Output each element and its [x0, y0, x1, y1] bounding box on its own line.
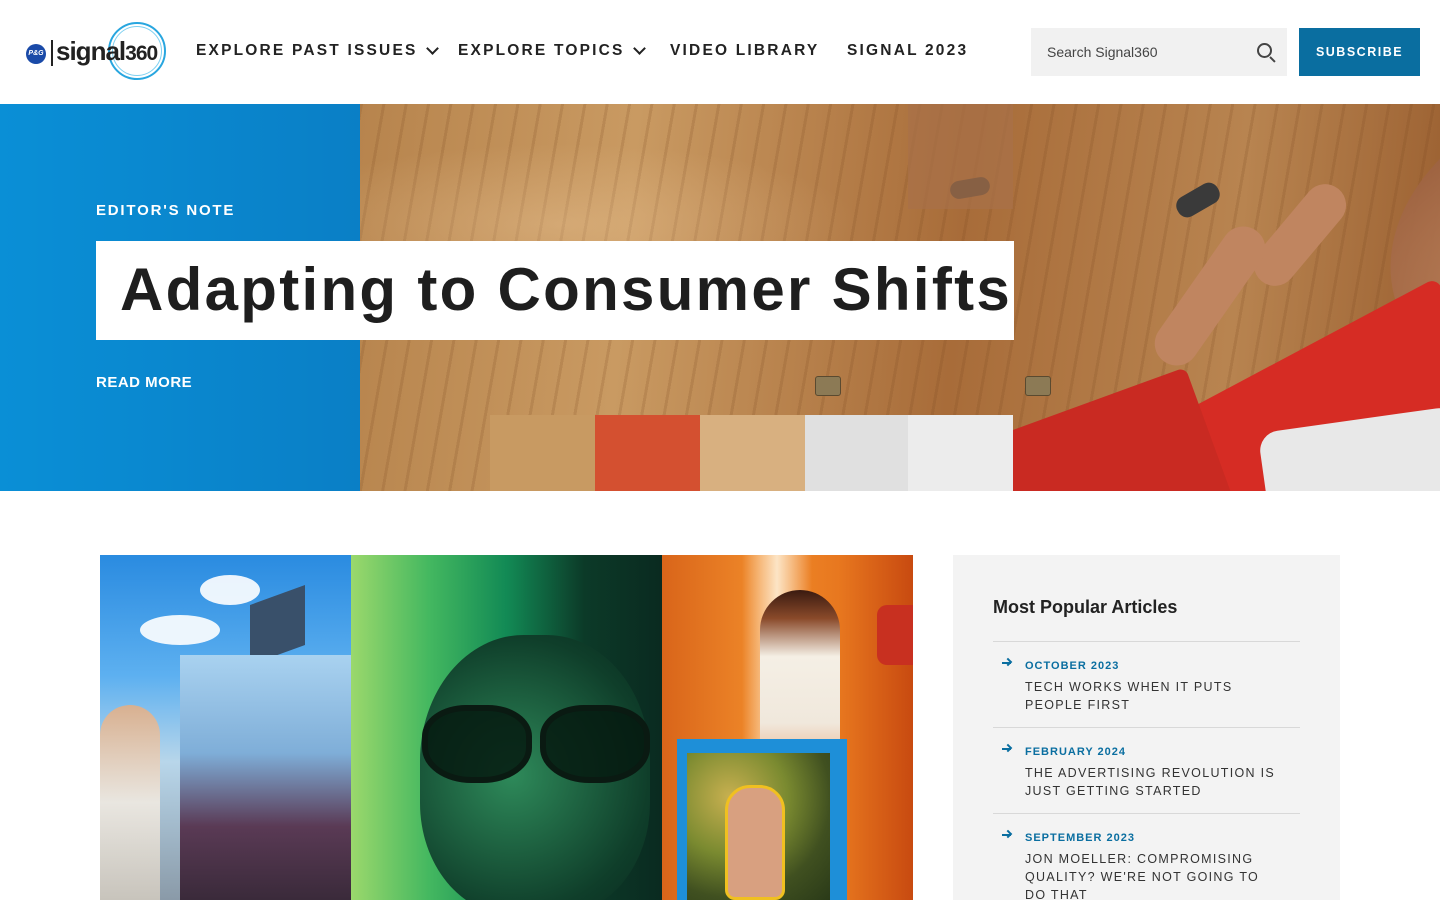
nav-explore-past-issues[interactable]: EXPLORE PAST ISSUES	[196, 42, 439, 60]
logo-wordmark: signal360	[56, 36, 158, 67]
article-title[interactable]: JON MOELLER: COMPROMISING QUALITY? WE'RE…	[1025, 850, 1275, 904]
pg-logo-icon: P&G	[26, 44, 46, 64]
chevron-down-icon	[632, 42, 646, 55]
hero-title[interactable]: Adapting to Consumer Shifts	[120, 255, 1012, 324]
nav-label: EXPLORE TOPICS	[458, 42, 625, 59]
nav-label: SIGNAL 2023	[847, 42, 969, 59]
hero-banner: EDITOR'S NOTE Adapting to Consumer Shift…	[0, 104, 1440, 491]
card-chip-icon	[1025, 376, 1051, 396]
hero-title-box: Adapting to Consumer Shifts	[96, 241, 1014, 340]
arrow-right-icon	[1002, 657, 1013, 668]
ring-icon	[1172, 178, 1224, 222]
read-more-link[interactable]: READ MORE	[96, 374, 192, 391]
cloud-shape	[200, 575, 260, 605]
finger-shape	[1245, 175, 1355, 295]
nav-signal-2023[interactable]: SIGNAL 2023	[847, 42, 968, 60]
sunglasses-shape	[540, 705, 650, 783]
popular-article-item[interactable]: OCTOBER 2023 TECH WORKS WHEN IT PUTS PEO…	[993, 641, 1300, 727]
search-box	[1031, 28, 1287, 76]
cloud-shape	[140, 615, 220, 645]
logo-number: 360	[125, 42, 158, 65]
sunglasses-shape	[422, 705, 532, 783]
nav-label: EXPLORE PAST ISSUES	[196, 42, 418, 59]
featured-article-image[interactable]	[100, 555, 913, 900]
collage-tile	[490, 415, 595, 491]
logo-divider	[51, 40, 53, 66]
arrow-right-icon	[1002, 743, 1013, 754]
article-date: FEBRUARY 2024	[1025, 746, 1127, 758]
arrow-right-icon	[1002, 829, 1013, 840]
collage-photo-panel	[180, 655, 351, 900]
person-silhouette	[100, 705, 160, 900]
article-title[interactable]: TECH WORKS WHEN IT PUTS PEOPLE FIRST	[1025, 678, 1275, 714]
search-input[interactable]	[1031, 28, 1251, 76]
popular-article-item[interactable]: FEBRUARY 2024 THE ADVERTISING REVOLUTION…	[993, 727, 1300, 813]
article-date: SEPTEMBER 2023	[1025, 832, 1135, 844]
signal360-logo[interactable]: P&G signal360	[26, 22, 166, 82]
site-header: P&G signal360 EXPLORE PAST ISSUES EXPLOR…	[0, 0, 1440, 104]
article-title[interactable]: THE ADVERTISING REVOLUTION IS JUST GETTI…	[1025, 764, 1275, 800]
collage-tile	[908, 104, 1013, 209]
most-popular-panel: Most Popular Articles OCTOBER 2023 TECH …	[953, 555, 1340, 902]
finger-shape	[1146, 217, 1274, 375]
collage-tile	[908, 415, 1013, 491]
popular-list: OCTOBER 2023 TECH WORKS WHEN IT PUTS PEO…	[993, 641, 1300, 902]
logo-word: signal	[56, 36, 126, 66]
camera-shape	[877, 605, 913, 665]
popular-article-item[interactable]: SEPTEMBER 2023 JON MOELLER: COMPROMISING…	[993, 813, 1300, 902]
collage-tile	[805, 415, 910, 491]
peace-sign-hand	[725, 785, 785, 900]
search-icon[interactable]	[1257, 43, 1276, 63]
nav-explore-topics[interactable]: EXPLORE TOPICS	[458, 42, 646, 60]
search-icon-handle	[1269, 56, 1276, 63]
article-date: OCTOBER 2023	[1025, 660, 1120, 672]
chevron-down-icon	[425, 42, 439, 55]
popular-heading: Most Popular Articles	[993, 597, 1178, 617]
card-chip-icon	[815, 376, 841, 396]
hero-eyebrow: EDITOR'S NOTE	[96, 202, 236, 219]
collage-tile	[595, 415, 700, 491]
nav-video-library[interactable]: VIDEO LIBRARY	[670, 42, 819, 60]
collage-tile	[700, 415, 805, 491]
subscribe-button[interactable]: SUBSCRIBE	[1299, 28, 1420, 76]
nav-label: VIDEO LIBRARY	[670, 42, 820, 59]
